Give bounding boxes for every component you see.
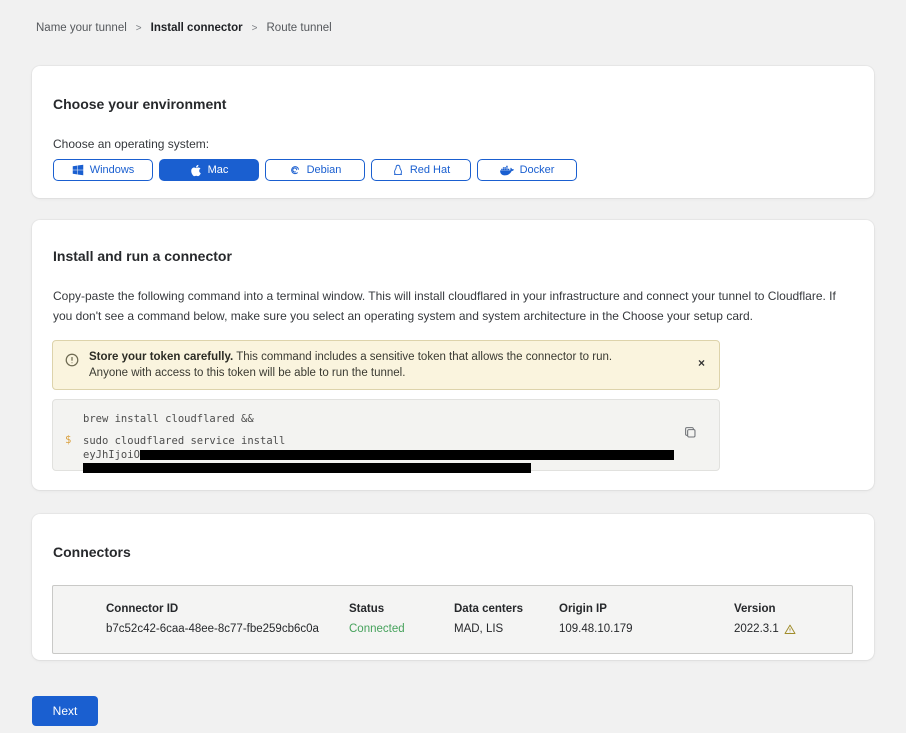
os-button-label: Docker [520, 164, 555, 176]
os-button-redhat[interactable]: Red Hat [371, 159, 471, 181]
token-warning-banner: Store your token carefully. This command… [52, 340, 720, 390]
os-button-label: Windows [90, 164, 135, 176]
next-button[interactable]: Next [32, 696, 98, 726]
environment-card-title: Choose your environment [53, 96, 853, 112]
connector-id-value: b7c52c42-6caa-48ee-8c77-fbe259cb6c0a [106, 623, 349, 635]
header-status: Status [349, 603, 454, 615]
linux-penguin-icon [392, 164, 404, 177]
os-button-docker[interactable]: Docker [477, 159, 577, 181]
breadcrumb-separator: > [136, 23, 142, 34]
status-badge: Connected [349, 623, 454, 635]
token-warning-text: Store your token carefully. This command… [89, 349, 649, 381]
breadcrumb-step-install-connector[interactable]: Install connector [151, 22, 243, 34]
breadcrumb-step-name-tunnel[interactable]: Name your tunnel [36, 22, 127, 34]
bottom-strip [0, 733, 906, 740]
header-connector-id: Connector ID [106, 603, 349, 615]
os-button-label: Debian [307, 164, 342, 176]
token-warning-bold: Store your token carefully. [89, 351, 233, 363]
connector-card-title: Install and run a connector [53, 248, 853, 264]
choose-environment-card: Choose your environment Choose an operat… [32, 66, 874, 198]
os-button-windows[interactable]: Windows [53, 159, 153, 181]
os-button-label: Red Hat [410, 164, 450, 176]
token-prefix: eyJhIjoiO [83, 448, 140, 462]
warning-triangle-icon [784, 624, 796, 635]
os-button-mac[interactable]: Mac [159, 159, 259, 181]
data-centers-value: MAD, LIS [454, 623, 559, 635]
header-data-centers: Data centers [454, 603, 559, 615]
breadcrumb: Name your tunnel > Install connector > R… [36, 22, 332, 34]
table-row: b7c52c42-6caa-48ee-8c77-fbe259cb6c0a Con… [106, 623, 852, 635]
breadcrumb-step-route-tunnel[interactable]: Route tunnel [267, 22, 332, 34]
install-connector-card: Install and run a connector Copy-paste t… [32, 220, 874, 490]
connectors-card: Connectors Connector ID Status Data cent… [32, 514, 874, 660]
redacted-token-bar [83, 463, 531, 473]
os-select-label: Choose an operating system: [53, 137, 853, 151]
header-version: Version [734, 603, 852, 615]
version-value: 2022.3.1 [734, 623, 852, 635]
close-icon[interactable]: × [698, 357, 705, 369]
token-line: eyJhIjoiO [83, 448, 679, 462]
os-button-label: Mac [208, 164, 229, 176]
connectors-table-header: Connector ID Status Data centers Origin … [106, 603, 852, 615]
apple-logo-icon [190, 164, 202, 177]
redacted-token-bar [140, 450, 674, 460]
shell-prompt: $ [65, 434, 71, 446]
connector-description: Copy-paste the following command into a … [53, 286, 849, 326]
docker-whale-icon [500, 165, 514, 176]
connectors-card-title: Connectors [53, 544, 853, 560]
install-command-code-block[interactable]: brew install cloudflared && $ sudo cloud… [52, 399, 720, 471]
os-button-group: Windows Mac Debian Red Hat Docker [53, 159, 853, 181]
debian-swirl-icon [289, 164, 301, 176]
windows-logo-icon [72, 164, 84, 176]
code-line-service-install: sudo cloudflared service install [83, 434, 679, 448]
version-number: 2022.3.1 [734, 623, 779, 635]
header-origin-ip: Origin IP [559, 603, 734, 615]
os-button-debian[interactable]: Debian [265, 159, 365, 181]
origin-ip-value: 109.48.10.179 [559, 623, 734, 635]
copy-icon[interactable] [684, 426, 697, 442]
alert-circle-icon [65, 353, 79, 372]
connectors-table: Connector ID Status Data centers Origin … [52, 585, 853, 654]
breadcrumb-separator: > [252, 23, 258, 34]
code-line-brew: brew install cloudflared && [83, 412, 679, 426]
